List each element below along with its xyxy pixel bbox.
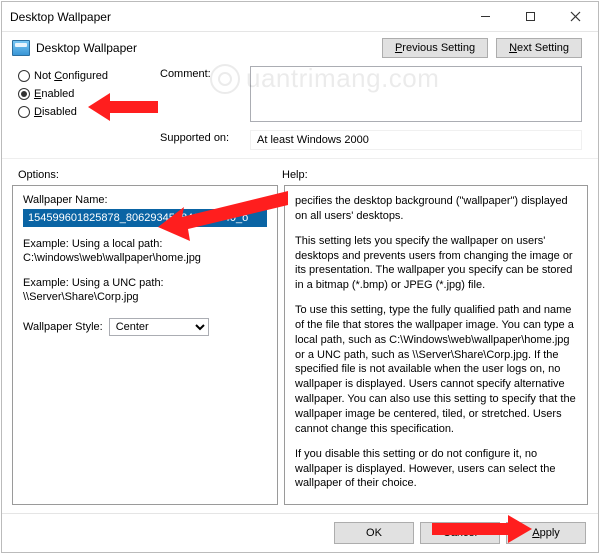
panes: Wallpaper Name: Example: Using a local p… — [2, 185, 598, 513]
minimize-icon — [480, 11, 491, 22]
apply-button[interactable]: Apply — [506, 522, 586, 544]
supported-on-value: At least Windows 2000 — [250, 130, 582, 150]
footer: OK Cancel Apply — [2, 513, 598, 552]
maximize-button[interactable] — [508, 2, 553, 32]
comment-label: Comment: — [160, 66, 242, 80]
header-title: Desktop Wallpaper — [36, 41, 376, 55]
help-text: This setting lets you specify the wallpa… — [295, 234, 577, 293]
window-title: Desktop Wallpaper — [10, 10, 463, 24]
radio-icon — [18, 88, 30, 100]
section-labels: Options: Help: — [2, 158, 598, 185]
help-text: If you disable this setting or do not co… — [295, 447, 577, 492]
wallpaper-icon — [12, 40, 30, 56]
radio-disabled[interactable]: Disabled — [18, 106, 150, 118]
wallpaper-name-input[interactable] — [23, 209, 267, 227]
options-label: Options: — [18, 169, 282, 181]
wallpaper-style-select[interactable]: Center — [109, 318, 209, 336]
comment-textarea[interactable] — [250, 66, 582, 122]
state-and-comment: Not Configured Enabled Disabled Comment:… — [2, 64, 598, 154]
next-setting-button[interactable]: Next Setting — [496, 38, 582, 58]
close-icon — [570, 11, 581, 22]
example-unc: Example: Using a UNC path: \\Server\Shar… — [23, 276, 267, 305]
options-pane: Wallpaper Name: Example: Using a local p… — [12, 185, 278, 505]
maximize-icon — [525, 11, 536, 22]
radio-icon — [18, 70, 30, 82]
previous-setting-button[interactable]: Previous Setting — [382, 38, 488, 58]
minimize-button[interactable] — [463, 2, 508, 32]
example-local: Example: Using a local path: C:\windows\… — [23, 237, 267, 266]
state-radios: Not Configured Enabled Disabled — [18, 66, 150, 150]
wallpaper-style-label: Wallpaper Style: — [23, 321, 103, 333]
header-row: Desktop Wallpaper Previous Setting Next … — [2, 32, 598, 64]
titlebar: Desktop Wallpaper — [2, 2, 598, 32]
help-text: To use this setting, type the fully qual… — [295, 303, 577, 437]
cancel-button[interactable]: Cancel — [420, 522, 500, 544]
radio-enabled[interactable]: Enabled — [18, 88, 150, 100]
radio-not-configured[interactable]: Not Configured — [18, 70, 150, 82]
radio-icon — [18, 106, 30, 118]
help-text: pecifies the desktop background ("wallpa… — [295, 194, 577, 224]
help-label: Help: — [282, 169, 308, 181]
close-button[interactable] — [553, 2, 598, 32]
help-pane[interactable]: pecifies the desktop background ("wallpa… — [284, 185, 588, 505]
wallpaper-name-label: Wallpaper Name: — [23, 194, 267, 206]
supported-on-label: Supported on: — [160, 130, 242, 144]
ok-button[interactable]: OK — [334, 522, 414, 544]
group-policy-dialog: Desktop Wallpaper Desktop Wallpaper Prev… — [1, 1, 599, 553]
